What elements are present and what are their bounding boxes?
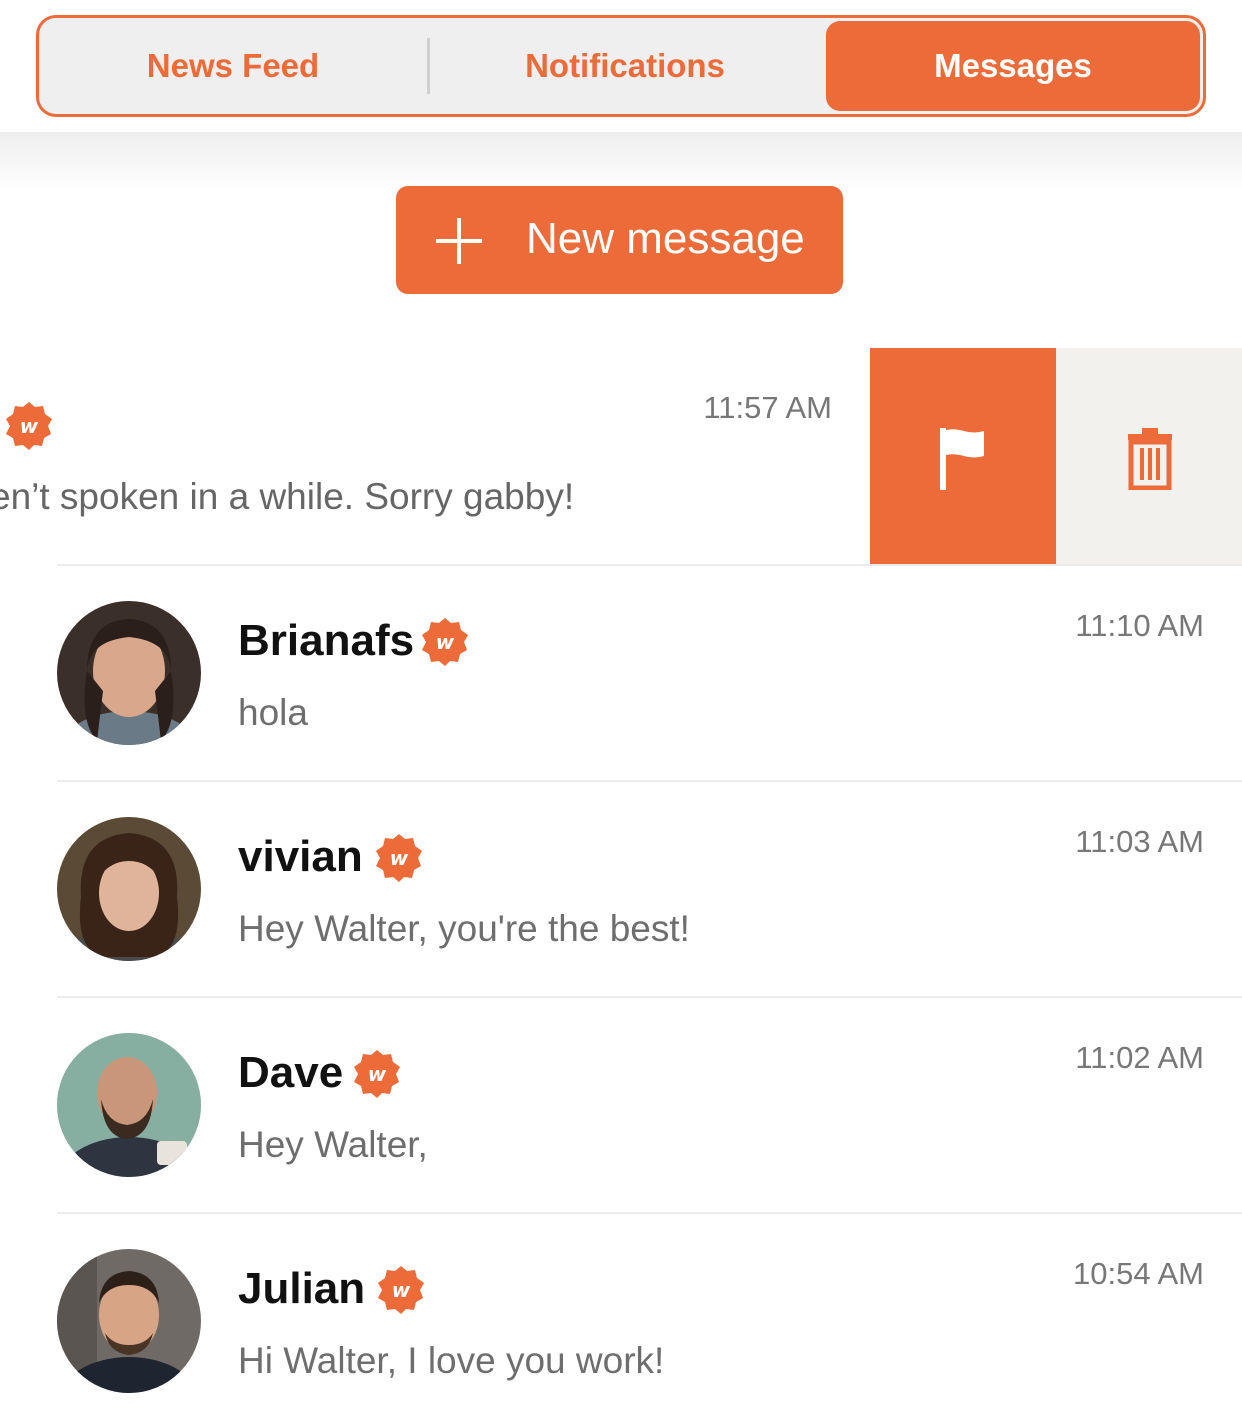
svg-text:w: w	[20, 414, 39, 438]
svg-text:w: w	[390, 846, 409, 870]
verified-badge-icon: w	[352, 1048, 402, 1103]
message-preview: hola	[238, 692, 308, 733]
avatar	[57, 1249, 201, 1393]
tab-bar: News Feed Notifications Messages	[36, 15, 1206, 117]
message-time: 11:02 AM	[1075, 1040, 1204, 1075]
message-time: 11:03 AM	[1075, 824, 1204, 859]
new-message-button[interactable]: New message	[396, 186, 843, 294]
conversation-row[interactable]: Dave w Hey Walter, 11:02 AM	[0, 998, 1242, 1212]
flag-icon	[940, 428, 984, 490]
contact-name: Brianafs	[238, 616, 415, 665]
message-time: 10:54 AM	[1073, 1256, 1204, 1291]
svg-text:w: w	[392, 1278, 411, 1302]
verified-badge-icon: w	[4, 400, 54, 455]
conversation-row[interactable]: Julian w Hi Walter, I love you work! 10:…	[0, 1214, 1242, 1418]
svg-text:w: w	[436, 630, 455, 654]
message-preview: Hey Walter,	[238, 1124, 428, 1165]
tab-news-feed[interactable]: News Feed	[39, 18, 427, 114]
contact-name: vivian	[238, 832, 363, 881]
verified-badge-icon: w	[420, 616, 470, 671]
avatar	[57, 817, 201, 961]
verified-badge-icon: w	[374, 832, 424, 887]
message-preview: en’t spoken in a while. Sorry gabby!	[0, 476, 575, 517]
swiped-conversation-row[interactable]: w 11:57 AM en’t spoken in a while. Sorry…	[0, 348, 1242, 564]
conversation-row[interactable]: vivian w Hey Walter, you're the best! 11…	[0, 782, 1242, 996]
trash-icon	[1128, 428, 1172, 490]
contact-name: Dave	[238, 1048, 344, 1097]
flag-button[interactable]	[870, 348, 1056, 564]
plus-icon	[436, 218, 482, 264]
avatar	[57, 1033, 201, 1177]
tab-notifications[interactable]: Notifications	[430, 18, 820, 114]
message-time: 11:10 AM	[1075, 608, 1204, 643]
contact-name: Julian	[238, 1264, 366, 1313]
delete-button[interactable]	[1056, 348, 1242, 564]
conversation-row[interactable]: Brianafs w hola 11:10 AM	[0, 566, 1242, 780]
new-message-label: New message	[526, 214, 805, 263]
message-preview: Hey Walter, you're the best!	[238, 908, 690, 949]
verified-badge-icon: w	[376, 1264, 426, 1319]
avatar	[57, 601, 201, 745]
message-time: 11:57 AM	[703, 390, 832, 425]
svg-text:w: w	[368, 1062, 387, 1086]
message-preview: Hi Walter, I love you work!	[238, 1340, 665, 1381]
top-bar: News Feed Notifications Messages	[0, 0, 1242, 132]
tab-messages[interactable]: Messages	[826, 21, 1200, 111]
top-bar-shadow	[0, 132, 1242, 192]
